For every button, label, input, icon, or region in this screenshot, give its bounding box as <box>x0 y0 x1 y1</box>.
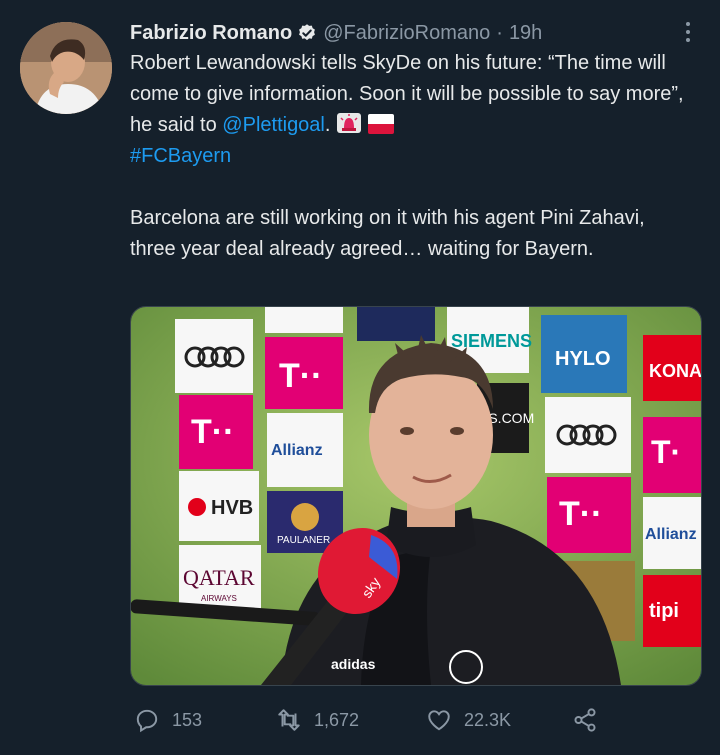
ad-text-kona: KONA <box>649 361 701 381</box>
like-button[interactable]: 22.3K <box>426 707 511 733</box>
like-icon <box>428 710 450 731</box>
tweet-paragraph-2: Barcelona are still working on it with h… <box>130 207 645 260</box>
author-avatar[interactable] <box>20 22 112 114</box>
ad-text-siemens: SIEMENS <box>451 331 532 351</box>
hashtag-link[interactable]: #FCBayern <box>130 145 231 167</box>
tweet-timestamp[interactable]: 19h <box>509 22 542 45</box>
ad-text-adidas: adidas <box>331 656 376 672</box>
svg-text:T·: T· <box>651 434 681 470</box>
tweet-period: . <box>324 114 331 136</box>
header-separator: · <box>496 21 503 44</box>
emoji-flag-poland <box>368 114 395 134</box>
like-count: 22.3K <box>464 709 512 730</box>
tweet-photo[interactable]: T·· T·· Allianz HVB PAULANER QATAR AIRWA… <box>130 306 702 686</box>
tweet-line: Robert Lewandowski tells SkyDe on his fu… <box>130 52 684 136</box>
mention-link[interactable]: @Plettigoal <box>222 114 325 136</box>
ad-text-qatar: QATAR <box>183 565 255 590</box>
tweet-header: Fabrizio Romano @FabrizioRomano · 19h <box>130 18 680 48</box>
ad-text-hylo: HYLO <box>555 348 611 370</box>
svg-text:T··: T·· <box>279 357 322 395</box>
share-button[interactable] <box>572 707 610 733</box>
ad-text-hvb: HVB <box>211 497 253 519</box>
author-name[interactable]: Fabrizio Romano <box>130 22 292 45</box>
svg-text:T··: T·· <box>191 413 234 451</box>
author-handle[interactable]: @FabrizioRomano <box>323 22 490 45</box>
verified-badge-icon <box>299 24 316 41</box>
retweet-count: 1,672 <box>314 709 360 730</box>
tweet-paragraph-1: Robert Lewandowski tells SkyDe on his fu… <box>130 48 690 172</box>
retweet-button[interactable]: 1,672 <box>276 707 359 733</box>
ad-text-tipico: tipi <box>649 600 679 622</box>
ad-text-airways: AIRWAYS <box>201 594 237 603</box>
retweet-icon <box>278 709 300 731</box>
svg-text:Allianz: Allianz <box>645 526 697 543</box>
emoji-siren <box>337 113 362 133</box>
reply-button[interactable]: 153 <box>134 707 202 733</box>
tweet-text: Robert Lewandowski tells SkyDe on his fu… <box>130 48 690 265</box>
tweet-actions: 153 1,672 22.3K <box>130 700 610 740</box>
reply-count: 153 <box>172 709 203 730</box>
more-icon[interactable] <box>678 20 698 44</box>
reply-icon <box>136 709 158 733</box>
svg-text:T··: T·· <box>559 495 602 533</box>
ad-text-allianz: Allianz <box>271 442 323 459</box>
share-icon <box>574 708 596 732</box>
ad-text-paulaner: PAULANER <box>277 535 330 546</box>
